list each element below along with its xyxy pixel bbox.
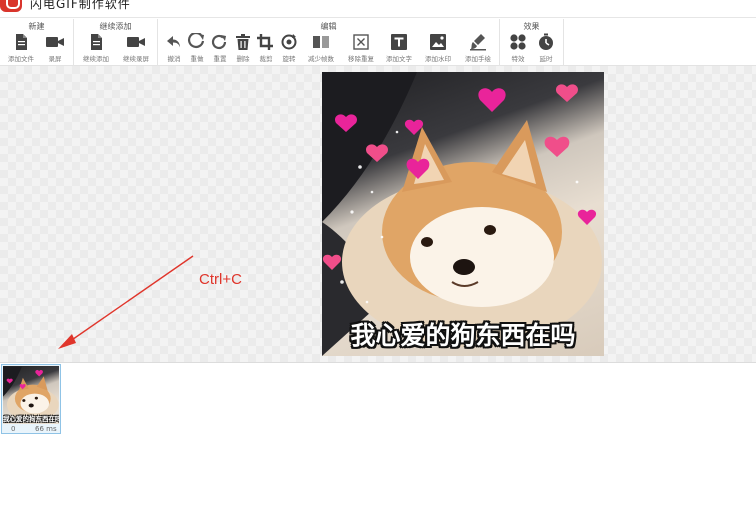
tool-label: 录屏 [48,55,62,63]
tool-label: 特效 [511,55,525,63]
video-camera-icon [127,37,145,47]
shiba-dog-image [322,72,602,356]
frame-thumbnail-image: 我心爱的狗东西在吗 [3,366,59,424]
preview-image: 我心爱的狗东西在吗 [322,72,604,356]
tool-label: 移除重复 [348,55,374,63]
brush-icon [470,34,486,51]
remove-duplicate-button[interactable]: 移除重复 [344,33,378,65]
tool-label: 撤消 [167,55,181,63]
continue-record-button[interactable]: 继续录屏 [118,33,154,65]
crop-button[interactable]: 裁剪 [254,33,278,65]
app-window: 闪电GIF制作软件 新建 添加文件 录屏 继续添加 继续添加 继续录屏 编辑 撤… [0,0,756,513]
tool-label: 裁剪 [259,55,273,63]
toolbar-group-continue: 继续添加 继续添加 继续录屏 [74,19,158,66]
continue-add-button[interactable]: 继续添加 [78,33,114,65]
remove-duplicate-icon [353,34,369,50]
reduce-frames-button[interactable]: 减少帧数 [304,33,338,65]
thumbnail-caption: 我心爱的狗东西在吗 [3,415,59,423]
reset-button[interactable]: 重置 [208,33,232,65]
watermark-icon [430,34,446,50]
add-hand-drawing-button[interactable]: 添加手绘 [460,33,496,65]
tool-label: 删除 [236,55,250,63]
annotation-shortcut: Ctrl+C [199,271,242,288]
frame-delay: 66 ms [35,425,57,433]
tool-label: 添加文件 [8,55,34,63]
reset-icon [211,34,227,50]
group-title: 继续添加 [99,22,132,31]
title-bar: 闪电GIF制作软件 [0,0,756,18]
app-logo-icon [0,0,22,12]
effects-button[interactable]: 特效 [504,33,532,65]
toolbar-group-effects: 效果 特效 延时 [500,19,564,66]
tool-label: 添加水印 [425,55,451,63]
group-title: 编辑 [320,22,337,31]
rotate-icon [281,34,297,50]
rotate-button[interactable]: 旋转 [277,33,301,65]
delay-button[interactable]: 延时 [532,33,560,65]
add-file-button[interactable]: 添加文件 [4,33,38,65]
video-camera-icon [46,37,64,47]
group-title: 效果 [523,22,540,31]
tool-label: 重置 [213,55,227,63]
trash-icon [236,34,250,50]
add-watermark-button[interactable]: 添加水印 [420,33,456,65]
preview-canvas[interactable]: 我心爱的狗东西在吗 Ctrl+C [0,66,756,362]
add-text-button[interactable]: 添加文字 [382,33,416,65]
tool-label: 添加文字 [386,55,412,63]
tool-label: 减少帧数 [308,55,334,63]
toolbar-group-edit: 编辑 撤消 重做 重置 删除 裁剪 旋转 减少帧数 移除重复 添加文字 添加水印… [158,19,500,66]
group-title: 新建 [28,22,45,31]
record-screen-button[interactable]: 录屏 [40,33,70,65]
file-icon [16,34,27,50]
toolbar-group-new: 新建 添加文件 录屏 [0,19,74,66]
tool-label: 继续录屏 [123,55,149,63]
delete-button[interactable]: 删除 [231,33,255,65]
undo-button[interactable]: 撤消 [162,33,186,65]
redo-icon [188,33,205,48]
file-add-icon [91,34,102,50]
redo-button[interactable]: 重做 [185,33,209,65]
tool-label: 添加手绘 [465,55,491,63]
tool-label: 旋转 [282,55,296,63]
frame-thumbnail[interactable]: 我心爱的狗东西在吗 0 66 ms [1,364,61,434]
reduce-frames-icon [313,36,329,48]
text-icon [391,34,407,50]
tool-label: 继续添加 [83,55,109,63]
frame-filmstrip: 我心爱的狗东西在吗 0 66 ms [0,362,756,513]
undo-icon [167,36,180,48]
effects-icon [510,34,526,50]
tool-label: 延时 [539,55,553,63]
tool-label: 重做 [190,55,204,63]
image-caption: 我心爱的狗东西在吗 [350,321,576,350]
frame-index: 0 [11,425,16,433]
crop-icon [257,34,273,50]
timer-icon [539,33,553,50]
app-title: 闪电GIF制作软件 [30,0,131,11]
toolbar: 新建 添加文件 录屏 继续添加 继续添加 继续录屏 编辑 撤消 重做 重置 删除… [0,19,756,66]
